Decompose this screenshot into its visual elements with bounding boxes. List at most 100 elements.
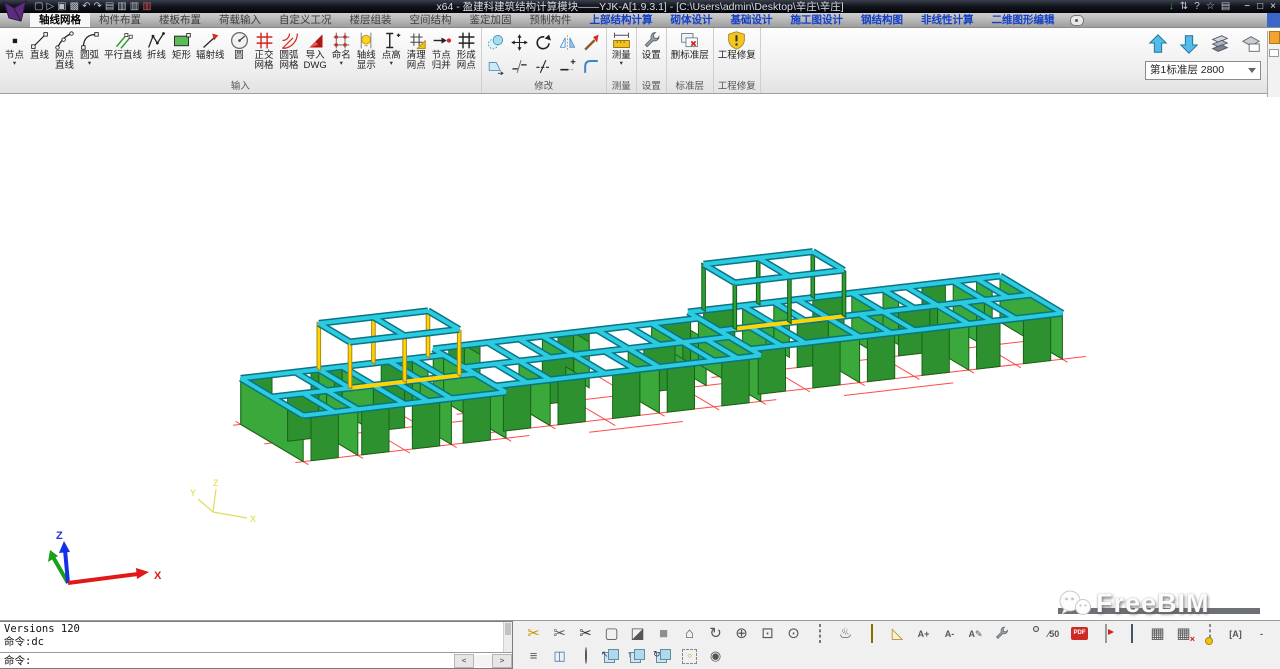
angle-50-icon[interactable]: ∕50 xyxy=(1041,623,1066,645)
print-icon[interactable]: ▤ xyxy=(105,1,114,13)
copy-icon[interactable] xyxy=(484,30,508,54)
zoom-extents-icon[interactable]: ⊕ xyxy=(729,623,754,645)
rotate-icon[interactable] xyxy=(532,30,556,54)
measure-distance-icon[interactable] xyxy=(859,623,884,645)
render-teapot-icon[interactable]: ♨ xyxy=(833,623,858,645)
axis-display-button[interactable]: 轴线显示 xyxy=(354,30,379,71)
window-style-icon[interactable]: ▦ xyxy=(1145,623,1170,645)
all-floors-icon[interactable] xyxy=(1207,31,1233,57)
close-button[interactable]: × xyxy=(1270,1,1276,13)
scroll-right-button[interactable]: > xyxy=(492,654,512,668)
zoom-window-icon[interactable]: ⊡ xyxy=(755,623,780,645)
radial-line-button[interactable]: 辐射线 xyxy=(194,30,227,61)
erase-icon[interactable] xyxy=(580,30,604,54)
stretch-icon[interactable] xyxy=(484,54,508,78)
tab-superstructure-calc[interactable]: 上部结构计算 xyxy=(581,13,662,27)
scroll-left-button[interactable]: < xyxy=(454,654,474,668)
tab-overflow-button[interactable] xyxy=(1070,15,1084,26)
floor-up-button[interactable] xyxy=(1145,31,1171,57)
tab-appraisal[interactable]: 鉴定加固 xyxy=(461,13,521,27)
command-horizontal-scrollbar[interactable]: < > xyxy=(454,654,512,667)
export-icon[interactable]: ▥ xyxy=(117,1,126,13)
pdf-export-icon[interactable]: PDF xyxy=(1067,623,1092,645)
parallel-line-button[interactable]: 平行直线 xyxy=(102,30,144,61)
tab-space-structure[interactable]: 空间结构 xyxy=(401,13,461,27)
selection-window-icon[interactable] xyxy=(807,623,832,645)
orbit-view-icon[interactable]: ↻ xyxy=(703,623,728,645)
home-view-icon[interactable]: ⌂ xyxy=(677,623,702,645)
tab-precast[interactable]: 预制构件 xyxy=(521,13,581,27)
tab-masonry-design[interactable]: 砌体设计 xyxy=(662,13,722,27)
sphere-drop-icon[interactable]: ◉ xyxy=(703,646,728,665)
point-height-button[interactable]: 点高▾ xyxy=(379,30,404,67)
circle-button[interactable]: 圆 xyxy=(227,30,252,61)
form-grid-points-button[interactable]: 形成网点 xyxy=(454,30,479,71)
toolbar-more-icon[interactable]: - xyxy=(1249,623,1274,645)
window-select-icon[interactable] xyxy=(1197,623,1222,645)
text-zoom-in-icon[interactable]: A+ xyxy=(911,623,936,645)
double-scissors-icon[interactable]: ✂ xyxy=(573,623,598,645)
close-doc-icon[interactable]: ▥ xyxy=(142,1,151,13)
break-icon[interactable] xyxy=(508,54,532,78)
node-button[interactable]: 节点▾ xyxy=(2,30,27,67)
command-window[interactable]: Versions 120 命令:dc 命令: < > xyxy=(0,621,513,669)
fillet-icon[interactable] xyxy=(580,54,604,78)
save-icon[interactable]: ▣ xyxy=(57,1,66,13)
project-repair-button[interactable]: 工程修复 xyxy=(716,30,758,61)
download-icon[interactable]: ↓ xyxy=(1169,1,1174,13)
move-icon[interactable] xyxy=(508,30,532,54)
standard-floor-selector[interactable]: 第1标准层 2800 xyxy=(1145,61,1261,80)
favorite-icon[interactable]: ☆ xyxy=(1206,1,1215,13)
structural-model-3d-view[interactable]: Z Y X Z X xyxy=(0,94,1280,620)
window-delete-icon[interactable]: ▦× xyxy=(1171,623,1196,645)
model-viewport[interactable]: Z Y X Z X xyxy=(0,94,1280,620)
wireframe-cube-icon[interactable]: ▢ xyxy=(599,623,624,645)
floor-plan-icon[interactable] xyxy=(1238,31,1264,57)
export-view-icon[interactable]: ▥ xyxy=(130,1,139,13)
hidden-line-cube-icon[interactable]: ◪ xyxy=(625,623,650,645)
snap-scissors-icon[interactable]: ✂ xyxy=(521,623,546,645)
tab-construction-drawing[interactable]: 施工图设计 xyxy=(782,13,853,27)
clean-grid-points-button[interactable]: 清理网点 xyxy=(404,30,429,71)
mirror-icon[interactable] xyxy=(556,30,580,54)
import-dwg-button[interactable]: 导入DWG xyxy=(302,30,329,71)
panel-icon[interactable]: ▤ xyxy=(1221,1,1230,13)
measure-angle-icon[interactable]: ◺ xyxy=(885,623,910,645)
tab-member-layout[interactable]: 构件布置 xyxy=(90,13,150,27)
tab-floor-assembly[interactable]: 楼层组装 xyxy=(341,13,401,27)
command-vertical-scrollbar[interactable] xyxy=(503,622,512,652)
ortho-grid-button[interactable]: 正交网格 xyxy=(252,30,277,71)
tab-slab-layout[interactable]: 楼板布置 xyxy=(150,13,210,27)
command-list-icon[interactable]: ≡ xyxy=(521,646,546,665)
copy-layer-icon[interactable]: ↖ xyxy=(599,646,624,665)
wrench-icon[interactable] xyxy=(989,623,1014,645)
tab-load-input[interactable]: 荷载输入 xyxy=(210,13,270,27)
axis-name-button[interactable]: 命名▾ xyxy=(329,30,354,67)
measure-button[interactable]: 测量▾ xyxy=(609,30,634,67)
arc-grid-button[interactable]: 圆弧网格 xyxy=(277,30,302,71)
help-icon[interactable]: ? xyxy=(1194,1,1200,13)
tab-custom-case[interactable]: 自定义工况 xyxy=(270,13,341,27)
rectangle-button[interactable]: 矩形 xyxy=(169,30,194,61)
tab-steel-drawing[interactable]: 钢结构图 xyxy=(852,13,912,27)
merge-nodes-button[interactable]: 节点归并 xyxy=(429,30,454,71)
copy-all-icon[interactable]: ↻ xyxy=(651,646,676,665)
folder-icon[interactable] xyxy=(1269,31,1280,44)
column-view-icon[interactable] xyxy=(1119,623,1144,645)
copy-floor-icon[interactable]: ↑ xyxy=(625,646,650,665)
solid-cube-icon[interactable]: ■ xyxy=(651,623,676,645)
tab-foundation-design[interactable]: 基础设计 xyxy=(722,13,782,27)
grid-point-line-button[interactable]: 网点直线 xyxy=(52,30,77,71)
restore-button[interactable]: □ xyxy=(1257,1,1263,13)
sync-icon[interactable]: ⇅ xyxy=(1180,1,1188,13)
polyline-button[interactable]: 折线 xyxy=(144,30,169,61)
new-file-icon[interactable]: ▢ xyxy=(34,1,43,13)
trim-icon[interactable] xyxy=(532,54,556,78)
tab-axis-grid[interactable]: 轴线网格 xyxy=(30,13,90,27)
camera-icon[interactable] xyxy=(1015,623,1040,645)
save-as-icon[interactable]: ▩ xyxy=(70,1,79,13)
zoom-realtime-icon[interactable]: ⊙ xyxy=(781,623,806,645)
open-file-icon[interactable]: ▷ xyxy=(46,1,54,13)
settings-button[interactable]: 设置 xyxy=(639,30,664,61)
text-block-icon[interactable]: [A] xyxy=(1223,623,1248,645)
